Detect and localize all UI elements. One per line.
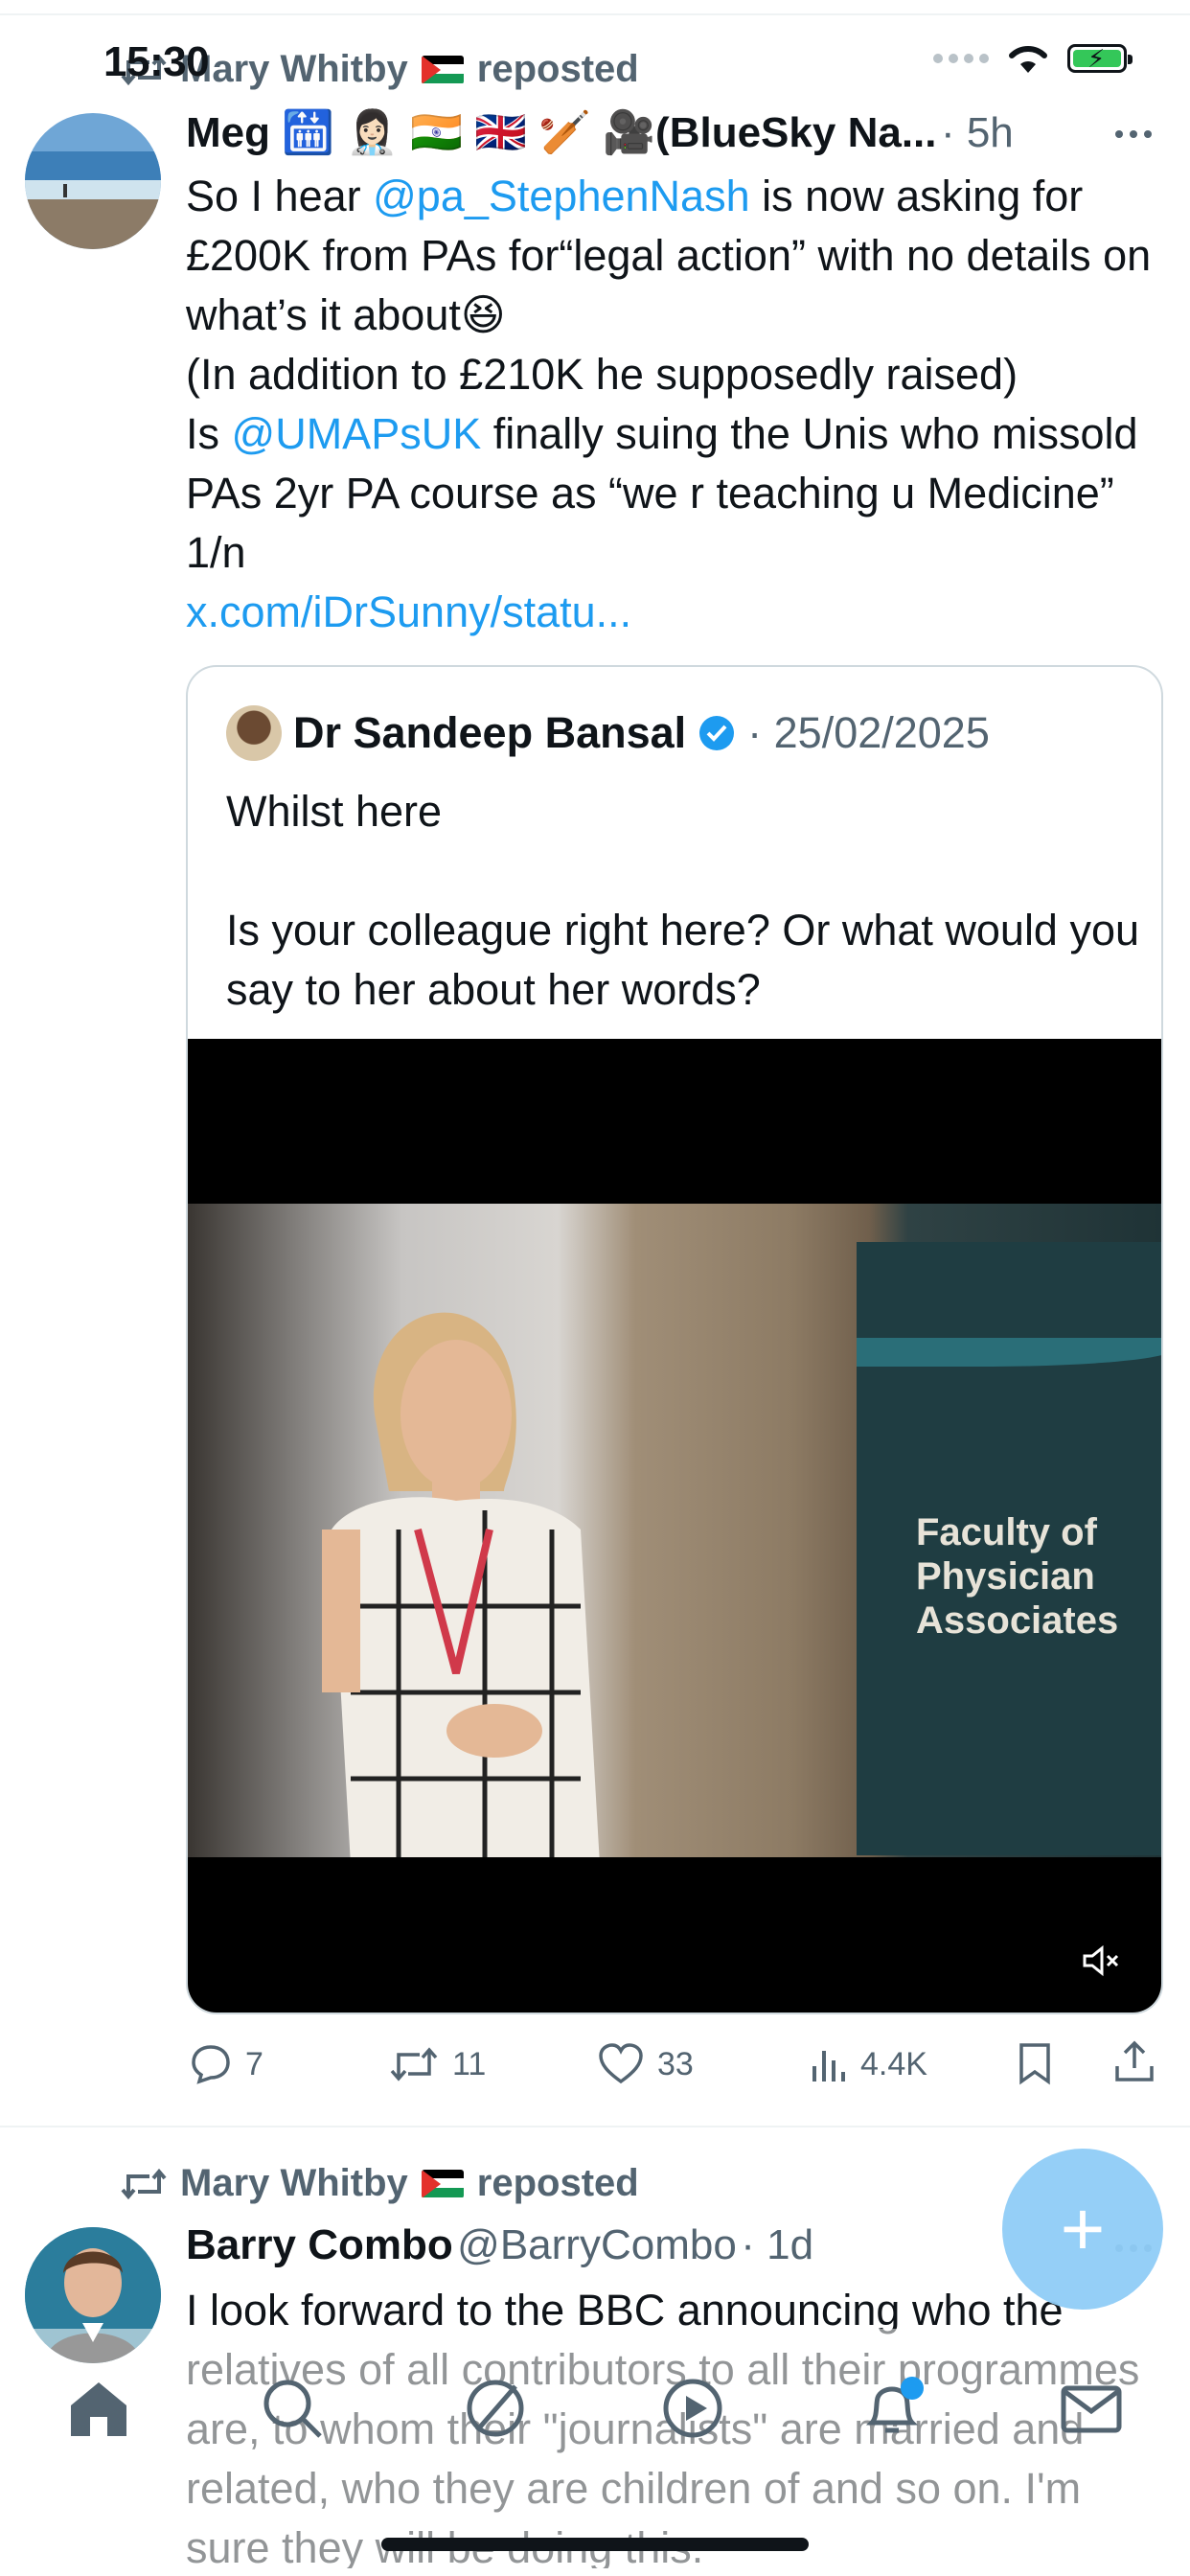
quoted-tweet[interactable]: Dr Sandeep Bansal · 25/02/2025 Whilst he…	[186, 665, 1163, 2014]
signal-icon	[933, 54, 989, 63]
battery-icon: ⚡	[1067, 44, 1133, 73]
video-icon[interactable]	[659, 2375, 726, 2442]
grok-icon[interactable]	[462, 2375, 529, 2442]
repost-by-name[interactable]: Mary Whitby	[180, 2162, 408, 2205]
author-handle-2[interactable]: @BarryCombo	[457, 2221, 737, 2268]
avatar-beach-image	[25, 113, 161, 249]
repost-button[interactable]: 11	[389, 2045, 486, 2083]
repost-header-2[interactable]: Mary Whitby reposted	[121, 2162, 639, 2205]
more-options-icon[interactable]	[1115, 130, 1152, 138]
share-icon[interactable]	[1113, 2039, 1156, 2083]
repost-icon	[121, 2168, 167, 2199]
author-name[interactable]: Meg 🛗 👩🏻‍⚕️ 🇮🇳 🇬🇧 🏏 🎥(BlueSky Na...	[186, 109, 937, 156]
compose-button[interactable]: +	[1002, 2149, 1163, 2310]
tweet-time-2[interactable]: · 1d	[741, 2221, 813, 2268]
repost-count: 11	[452, 2045, 487, 2082]
reply-button[interactable]: 7	[186, 2043, 263, 2085]
home-indicator[interactable]	[381, 2538, 809, 2551]
tweet-time[interactable]: · 5h	[941, 109, 1014, 156]
tweet-link[interactable]: @UMAPsUK	[232, 409, 482, 458]
verified-badge-icon	[699, 716, 735, 750]
repost-by-name[interactable]: Mary Whitby	[180, 48, 408, 91]
tweet2-header: Barry Combo @BarryCombo · 1d	[186, 2221, 813, 2269]
palestine-flag-icon	[421, 55, 464, 84]
tweet-link[interactable]: @pa_StephenNash	[373, 172, 749, 220]
reply-icon	[192, 2045, 230, 2084]
like-button[interactable]: 33	[598, 2043, 694, 2085]
video-player[interactable]: Faculty of Physician Associates	[188, 1039, 1161, 2012]
quote-text-1: Whilst here	[226, 787, 443, 836]
views-button[interactable]: 4.4K	[809, 2045, 927, 2083]
views-count: 4.4K	[860, 2045, 927, 2082]
messages-icon[interactable]	[1058, 2375, 1125, 2442]
wifi-icon	[1009, 45, 1047, 73]
notifications-icon[interactable]	[858, 2375, 926, 2442]
quote-date: · 25/02/2025	[747, 708, 990, 757]
views-icon	[812, 2051, 845, 2082]
repost-label: reposted	[476, 2162, 639, 2204]
like-icon	[599, 2043, 643, 2084]
tweet-divider	[0, 2126, 1190, 2128]
palestine-flag-icon	[421, 2169, 464, 2198]
tweet-link[interactable]: x.com/iDrSunny/statu...	[186, 587, 631, 636]
video-frame: Faculty of Physician Associates	[188, 1204, 1161, 1857]
tweet1-header: Meg 🛗 👩🏻‍⚕️ 🇮🇳 🇬🇧 🏏 🎥(BlueSky Na... · 5h	[186, 107, 1048, 157]
repost-label: reposted	[476, 48, 639, 90]
like-count: 33	[657, 2045, 694, 2082]
repost-action-icon	[390, 2047, 438, 2082]
video-speaker-figure	[322, 1312, 600, 1857]
home-icon[interactable]	[65, 2375, 132, 2442]
search-icon[interactable]	[259, 2375, 326, 2442]
mute-icon[interactable]	[1083, 1945, 1121, 1976]
bookmark-icon[interactable]	[1016, 2041, 1054, 2085]
tweet-text-segment: So I hear	[186, 172, 374, 220]
avatar-meg[interactable]	[25, 113, 161, 249]
avatar-sandeep[interactable]	[226, 705, 282, 761]
tweet1-actions: 7 11 33 4.4K	[186, 2036, 1163, 2093]
status-icons: ⚡	[933, 42, 1133, 75]
quote-author-name[interactable]: Dr Sandeep Bansal	[293, 708, 686, 758]
author-name-2[interactable]: Barry Combo	[186, 2221, 453, 2268]
reply-count: 7	[245, 2045, 263, 2082]
top-divider	[0, 13, 1190, 15]
video-sign-text: Faculty of Physician Associates	[916, 1511, 1119, 1642]
tweet1-text: So I hear @pa_StephenNash is now asking …	[186, 167, 1154, 642]
video-banner: Faculty of Physician Associates	[857, 1242, 1161, 1855]
quote-header: Dr Sandeep Bansal · 25/02/2025	[226, 705, 990, 761]
status-time: 15:30	[103, 38, 210, 85]
quote-text-2: Is your colleague right here? Or what wo…	[226, 906, 1140, 1014]
